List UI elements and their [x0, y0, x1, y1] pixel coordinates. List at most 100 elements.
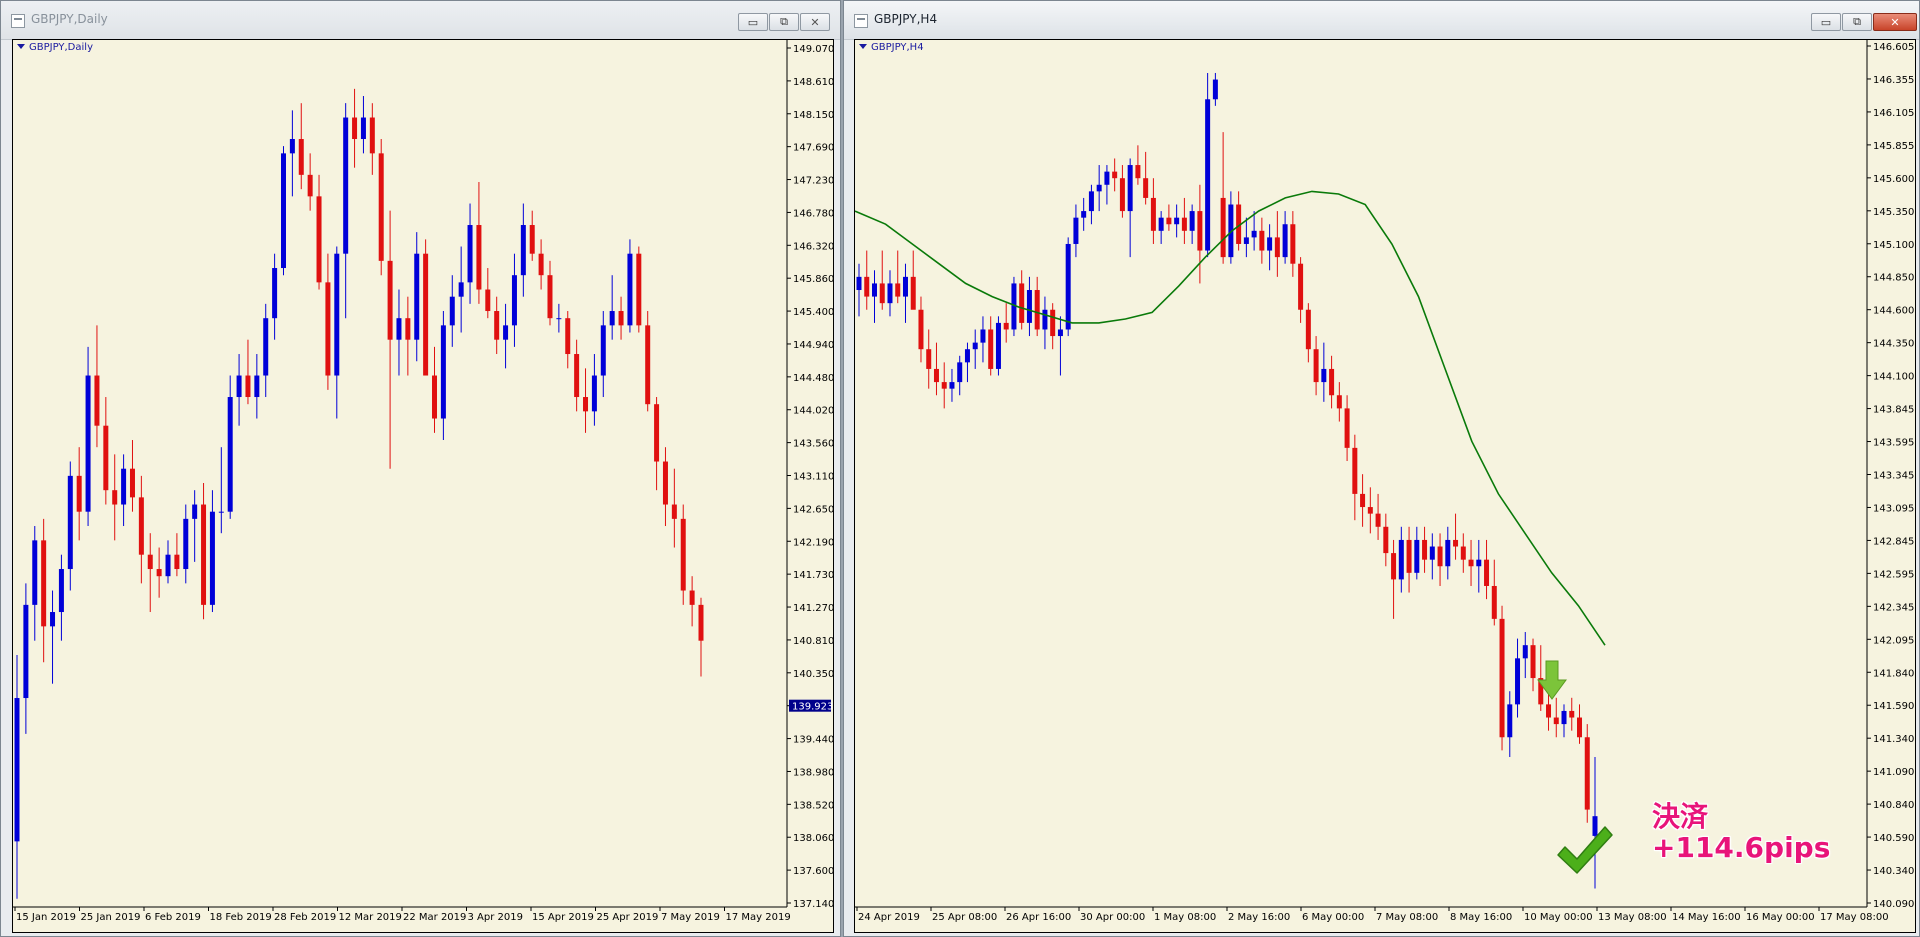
bull-candle — [1057, 329, 1063, 337]
bear-candle — [1530, 645, 1536, 679]
bear-candle — [1197, 211, 1203, 251]
green-checkmark-icon — [1557, 826, 1613, 874]
bull-candle — [1476, 559, 1482, 567]
bear-candle — [680, 518, 686, 591]
bull-candle — [449, 296, 455, 326]
symbol-dropdown-icon[interactable] — [859, 44, 867, 49]
y-tick-label: 146.355 — [1873, 75, 1914, 86]
x-tick-label: 14 May 16:00 — [1672, 912, 1741, 923]
bear-candle — [245, 375, 251, 398]
y-tick-label: 143.110 — [793, 472, 834, 483]
y-tick-label: 138.980 — [793, 767, 834, 778]
bull-candle — [902, 276, 908, 297]
bull-candle — [67, 475, 73, 570]
bear-candle — [1259, 230, 1265, 251]
close-button[interactable]: ✕ — [800, 13, 830, 31]
bull-candle — [1205, 99, 1211, 251]
bear-candle — [201, 504, 207, 605]
bear-candle — [1274, 237, 1280, 258]
x-tick-label: 1 May 08:00 — [1154, 912, 1216, 923]
bear-candle — [879, 283, 885, 304]
bear-candle — [1460, 546, 1466, 560]
bear-candle — [432, 375, 438, 419]
bear-candle — [103, 425, 109, 491]
x-tick-label: 25 Apr 08:00 — [932, 912, 997, 923]
y-tick-label: 148.150 — [793, 110, 834, 121]
restore-button[interactable]: ⧉ — [769, 13, 799, 31]
h4-chart-area[interactable]: GBPJPY,H4 146.605 146.355 146.105 145.855 145… — [854, 39, 1916, 933]
y-tick-label: 137.140 — [793, 899, 834, 910]
daily-chart-window[interactable]: GBPJPY,Daily ▭ ⧉ ✕ GBPJPY,Daily 149.070 14… — [0, 0, 841, 937]
bear-candle — [325, 282, 331, 376]
bear-candle — [1491, 585, 1497, 619]
bear-candle — [926, 349, 932, 369]
x-tick-label: 6 Feb 2019 — [145, 912, 201, 923]
y-tick-label: 138.060 — [793, 833, 834, 844]
bear-candle — [1437, 546, 1443, 567]
daily-chart-svg[interactable]: GBPJPY,Daily 149.070 148.610 148.150 147.690… — [13, 40, 835, 934]
x-tick-label: 18 Feb 2019 — [210, 912, 272, 923]
bull-candle — [289, 139, 295, 154]
bear-candle — [1298, 263, 1304, 310]
daily-chart-area[interactable]: GBPJPY,Daily 149.070 148.610 148.150 147.690… — [12, 39, 834, 933]
bull-candle — [600, 325, 606, 376]
bear-candle — [405, 318, 411, 340]
y-tick-label: 139.440 — [793, 735, 834, 746]
bull-candle — [1282, 224, 1288, 258]
bear-candle — [910, 276, 916, 310]
symbol-dropdown-icon[interactable] — [17, 44, 25, 49]
y-tick-label: 145.600 — [1873, 174, 1914, 185]
bull-candle — [440, 325, 446, 419]
bull-candle — [121, 468, 127, 505]
y-tick-label: 138.520 — [793, 800, 834, 811]
bull-candle — [964, 349, 970, 363]
current-price-label: 139.923 — [792, 702, 833, 713]
bull-candle — [334, 253, 340, 376]
bear-candle — [654, 404, 660, 462]
restore-button[interactable]: ⧉ — [1842, 13, 1872, 31]
minimize-button[interactable]: ▭ — [738, 13, 768, 31]
y-tick-label: 140.810 — [793, 636, 834, 647]
bull-candle — [1174, 217, 1180, 225]
bear-candle — [1499, 618, 1505, 738]
bull-candle — [218, 511, 224, 513]
bear-candle — [636, 253, 642, 326]
bull-candle — [183, 518, 189, 570]
h4-chart-svg[interactable]: GBPJPY,H4 146.605 146.355 146.105 145.855 145… — [855, 40, 1917, 934]
bull-candle — [503, 325, 509, 340]
y-tick-label: 142.345 — [1873, 602, 1914, 613]
y-tick-label: 141.090 — [1873, 767, 1914, 778]
x-tick-label: 16 May 00:00 — [1746, 912, 1815, 923]
bear-candle — [1468, 559, 1474, 567]
close-button[interactable]: ✕ — [1873, 13, 1917, 31]
bull-candle — [1127, 165, 1133, 212]
minimize-button[interactable]: ▭ — [1811, 13, 1841, 31]
y-tick-label: 149.070 — [793, 44, 834, 55]
bear-candle — [378, 153, 384, 261]
y-tick-label: 144.020 — [793, 406, 834, 417]
bear-candle — [1484, 559, 1490, 586]
bear-candle — [538, 253, 544, 276]
bull-candle — [414, 253, 420, 340]
y-tick-label: 146.320 — [793, 241, 834, 252]
bull-candle — [856, 276, 862, 291]
bear-candle — [618, 311, 624, 326]
bull-candle — [280, 153, 286, 269]
bear-candle — [1019, 283, 1025, 323]
bear-candle — [864, 276, 870, 297]
bear-candle — [174, 554, 180, 570]
bear-candle — [1577, 717, 1583, 738]
x-tick-label: 24 Apr 2019 — [858, 912, 920, 923]
bear-candle — [565, 318, 571, 355]
x-tick-label: 17 May 08:00 — [1820, 912, 1889, 923]
bear-candle — [1290, 224, 1296, 264]
bear-candle — [476, 225, 482, 290]
bull-candle — [396, 318, 402, 340]
h4-chart-window[interactable]: GBPJPY,H4 ▭ ⧉ ✕ GBPJPY,H4 146.605 146.355 1… — [843, 0, 1920, 937]
bull-candle — [591, 375, 597, 412]
bear-candle — [918, 309, 924, 350]
bear-candle — [316, 196, 322, 283]
h4-window-titlebar[interactable]: GBPJPY,H4 ▭ ⧉ ✕ — [844, 1, 1919, 40]
y-tick-label: 140.590 — [1873, 833, 1914, 844]
daily-window-titlebar[interactable]: GBPJPY,Daily ▭ ⧉ ✕ — [1, 1, 840, 40]
